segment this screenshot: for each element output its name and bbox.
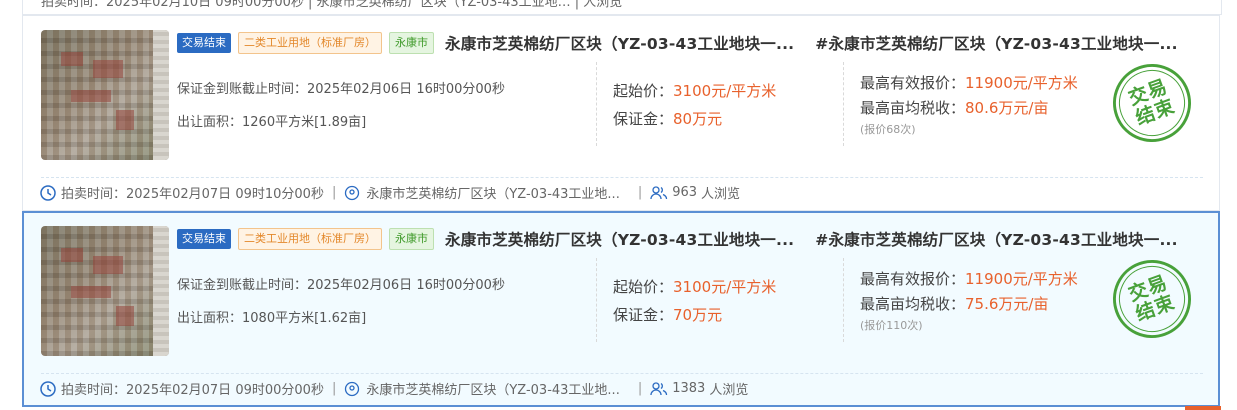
- bid-count: (报价110次): [860, 319, 923, 332]
- view-count: 1383: [672, 381, 706, 396]
- footer-divider: [41, 177, 1203, 178]
- users-icon: [650, 185, 668, 199]
- divider: [843, 62, 844, 146]
- land-type-tag: 二类工业用地（标准厂房）: [238, 228, 382, 250]
- land-area: 出让面积：1260平方米[1.89亩]: [177, 115, 367, 130]
- view-count: 963: [672, 185, 698, 200]
- tax-per-mu-value: 80.6万元/亩: [965, 99, 1049, 117]
- land-area-value: 1080平方米[1.62亩]: [242, 311, 367, 326]
- location-value[interactable]: 永康市芝英棉纺厂区块（YZ-03-43工业地...: [366, 183, 619, 202]
- deal-closed-stamp: 交易结束: [1102, 249, 1202, 349]
- listing-footer: 拍卖时间： 2025年02月07日 09时00分00秒 | 永康市芝英棉纺厂区块（…: [39, 379, 748, 398]
- land-area-value: 1260平方米[1.89亩]: [242, 115, 367, 130]
- tax-per-mu: 最高亩均税收：75.6万元/亩: [860, 295, 1049, 313]
- listing-title[interactable]: 永康市芝英棉纺厂区块（YZ-03-43工业地块一...: [445, 228, 794, 250]
- listing-footer: 拍卖时间： 2025年02月07日 09时10分00秒 | 永康市芝英棉纺厂区块（…: [39, 183, 740, 202]
- start-price: 起始价：3100元/平方米: [613, 82, 777, 100]
- previous-listing-footer: 拍卖时间：2025年02月10日 09时00分00秒 | 永康市芝英棉纺厂区块（…: [22, 0, 1222, 15]
- status-tag: 交易结束: [177, 229, 231, 249]
- tax-per-mu: 最高亩均税收：80.6万元/亩: [860, 99, 1049, 117]
- auction-time-value: 2025年02月07日 09时10分00秒: [126, 187, 324, 202]
- parcel-thumbnail[interactable]: [41, 226, 169, 356]
- land-area: 出让面积：1080平方米[1.62亩]: [177, 311, 367, 326]
- scroll-to-top-tab[interactable]: [1185, 406, 1221, 410]
- start-price-value: 3100元/平方米: [673, 278, 777, 296]
- status-tag: 交易结束: [177, 33, 231, 53]
- listing-title[interactable]: 永康市芝英棉纺厂区块（YZ-03-43工业地块一...: [445, 32, 794, 54]
- clock-icon: [40, 184, 56, 201]
- listing-card[interactable]: 交易结束 二类工业用地（标准厂房） 永康市 永康市芝英棉纺厂区块（YZ-03-4…: [22, 15, 1220, 211]
- divider: [843, 258, 844, 342]
- city-tag: 永康市: [389, 228, 434, 250]
- users-icon: [650, 381, 668, 395]
- location-pin-icon: [345, 185, 360, 200]
- highest-bid-value: 11900元/平方米: [965, 74, 1078, 92]
- deposit-amount: 保证金：80万元: [613, 110, 723, 128]
- location-value[interactable]: 永康市芝英棉纺厂区块（YZ-03-43工业地...: [366, 379, 619, 398]
- deposit-deadline-value: 2025年02月06日 16时00分00秒: [307, 278, 505, 293]
- parcel-thumbnail[interactable]: [41, 30, 169, 160]
- start-price: 起始价：3100元/平方米: [613, 278, 777, 296]
- deposit-amount: 保证金：70万元: [613, 306, 723, 324]
- location-pin-icon: [345, 381, 360, 396]
- deposit-amount-value: 80万元: [673, 110, 723, 128]
- deal-closed-stamp: 交易结束: [1102, 53, 1202, 153]
- land-type-tag: 二类工业用地（标准厂房）: [238, 32, 382, 54]
- bid-count: (报价68次): [860, 123, 916, 136]
- deposit-deadline: 保证金到账截止时间：2025年02月06日 16时00分00秒: [177, 278, 505, 293]
- divider: [596, 258, 597, 342]
- highest-bid-value: 11900元/平方米: [965, 270, 1078, 288]
- highest-bid: 最高有效报价：11900元/平方米: [860, 270, 1078, 288]
- deposit-deadline-value: 2025年02月06日 16时00分00秒: [307, 82, 505, 97]
- divider: [596, 62, 597, 146]
- clock-icon: [40, 380, 56, 397]
- listing-card-selected[interactable]: 交易结束 二类工业用地（标准厂房） 永康市 永康市芝英棉纺厂区块（YZ-03-4…: [22, 211, 1220, 407]
- city-tag: 永康市: [389, 32, 434, 54]
- footer-divider: [41, 373, 1203, 374]
- highest-bid: 最高有效报价：11900元/平方米: [860, 74, 1078, 92]
- auction-time-value: 2025年02月07日 09时00分00秒: [126, 383, 324, 398]
- tax-per-mu-value: 75.6万元/亩: [965, 295, 1049, 313]
- listing-title-alt[interactable]: #永康市芝英棉纺厂区块（YZ-03-43工业地块一...: [815, 32, 1177, 54]
- listing-title-alt[interactable]: #永康市芝英棉纺厂区块（YZ-03-43工业地块一...: [815, 228, 1177, 250]
- previous-listing-footer-text: 拍卖时间：2025年02月10日 09时00分00秒 | 永康市芝英棉纺厂区块（…: [41, 0, 623, 10]
- deposit-deadline: 保证金到账截止时间：2025年02月06日 16时00分00秒: [177, 82, 505, 97]
- start-price-value: 3100元/平方米: [673, 82, 777, 100]
- deposit-amount-value: 70万元: [673, 306, 723, 324]
